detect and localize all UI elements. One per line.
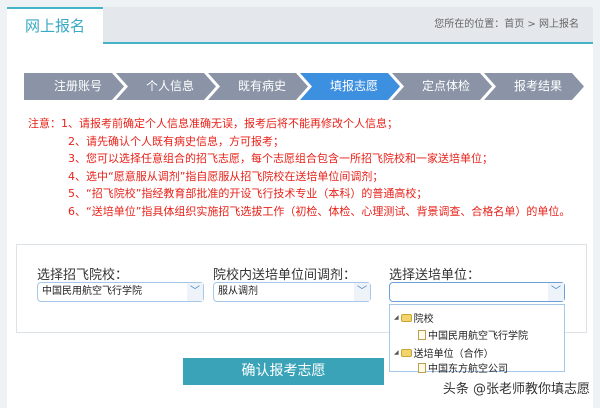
step-2: 个人信息 bbox=[116, 73, 216, 100]
confirm-button[interactable]: 确认报考志愿 bbox=[183, 358, 384, 385]
expand-triangle-icon: ◢ bbox=[394, 314, 399, 321]
main-panel: 网上报名 您所在的位置：首页 > 网上报名 注册账号 个人信息 既有病史 填报志… bbox=[7, 7, 593, 408]
file-icon bbox=[418, 329, 426, 340]
step-5: 定点体检 bbox=[392, 73, 492, 100]
note-6: 6、“送培单位”指具体组织实施招飞选拔工作（初检、体检、心理测试、背景调查、合格… bbox=[68, 204, 571, 218]
unit-label: 选择送培单位： bbox=[389, 268, 481, 283]
notice-text: 注意：1、请报考前确定个人信息准确无误，报考后将不能再修改个人信息； 2、请先确… bbox=[28, 115, 578, 220]
chevron-down-icon: ﹀ bbox=[187, 283, 203, 301]
file-icon bbox=[418, 362, 426, 373]
tree-group-units[interactable]: ◢ 送培单位（合作） bbox=[394, 345, 494, 360]
adjust-value: 服从调剂 bbox=[218, 286, 258, 297]
breadcrumb: 您所在的位置：首页 > 网上报名 bbox=[434, 19, 579, 30]
note-5: 5、“招飞院校”指经教育部批准的开设飞行技术专业（本科）的普通高校； bbox=[68, 187, 428, 200]
watermark: 头条 @张老师教你填志愿 bbox=[442, 382, 590, 397]
item-label: 中国东方航空公司 bbox=[428, 364, 508, 375]
chevron-down-icon: ﹀ bbox=[354, 283, 370, 301]
note-3: 3、您可以选择任意组合的招飞志愿，每个志愿组合包含一所招飞院校和一家送培单位； bbox=[68, 152, 493, 165]
school-label: 选择招飞院校： bbox=[37, 268, 129, 283]
expand-triangle-icon: ◢ bbox=[394, 349, 399, 356]
step-3: 既有病史 bbox=[208, 73, 308, 100]
chevron-down-icon: ﹀ bbox=[548, 283, 564, 301]
step-6: 报考结果 bbox=[484, 73, 584, 100]
unit-select[interactable]: ﹀ bbox=[389, 282, 565, 302]
note-2: 2、请先确认个人既有病史信息，方可报考； bbox=[68, 134, 284, 148]
item-label: 中国民用航空飞行学院 bbox=[428, 331, 528, 342]
school-select[interactable]: 中国民用航空飞行学院 ﹀ bbox=[37, 282, 204, 302]
step-4-active: 填报志愿 bbox=[300, 73, 400, 100]
adjust-select[interactable]: 服从调剂 ﹀ bbox=[213, 282, 371, 302]
tree-group-schools[interactable]: ◢ 院校 bbox=[394, 310, 434, 325]
group-label: 送培单位（合作） bbox=[413, 349, 494, 360]
unit-dropdown-tree: ◢ 院校 中国民用航空飞行学院 ◢ 送培单位（合作） 中国东方航空公司 bbox=[389, 304, 565, 375]
note-1: 注意：1、请报考前确定个人信息准确无误，报考后将不能再修改个人信息； bbox=[28, 117, 398, 130]
folder-icon bbox=[400, 348, 412, 357]
note-4: 4、选中“愿意服从调剂”指自愿服从招飞院校在送培单位间调剂； bbox=[68, 169, 384, 183]
tree-item-school[interactable]: 中国民用航空飞行学院 bbox=[418, 327, 528, 342]
folder-icon bbox=[400, 313, 412, 322]
school-value: 中国民用航空飞行学院 bbox=[42, 286, 142, 297]
group-label: 院校 bbox=[413, 314, 434, 325]
tab-online-registration[interactable]: 网上报名 bbox=[7, 7, 103, 45]
step-1: 注册账号 bbox=[24, 73, 124, 100]
tree-item-unit[interactable]: 中国东方航空公司 bbox=[418, 360, 508, 375]
adjust-label: 院校内送培单位间调剂： bbox=[213, 268, 357, 283]
progress-steps: 注册账号 个人信息 既有病史 填报志愿 定点体检 报考结果 bbox=[24, 73, 584, 100]
